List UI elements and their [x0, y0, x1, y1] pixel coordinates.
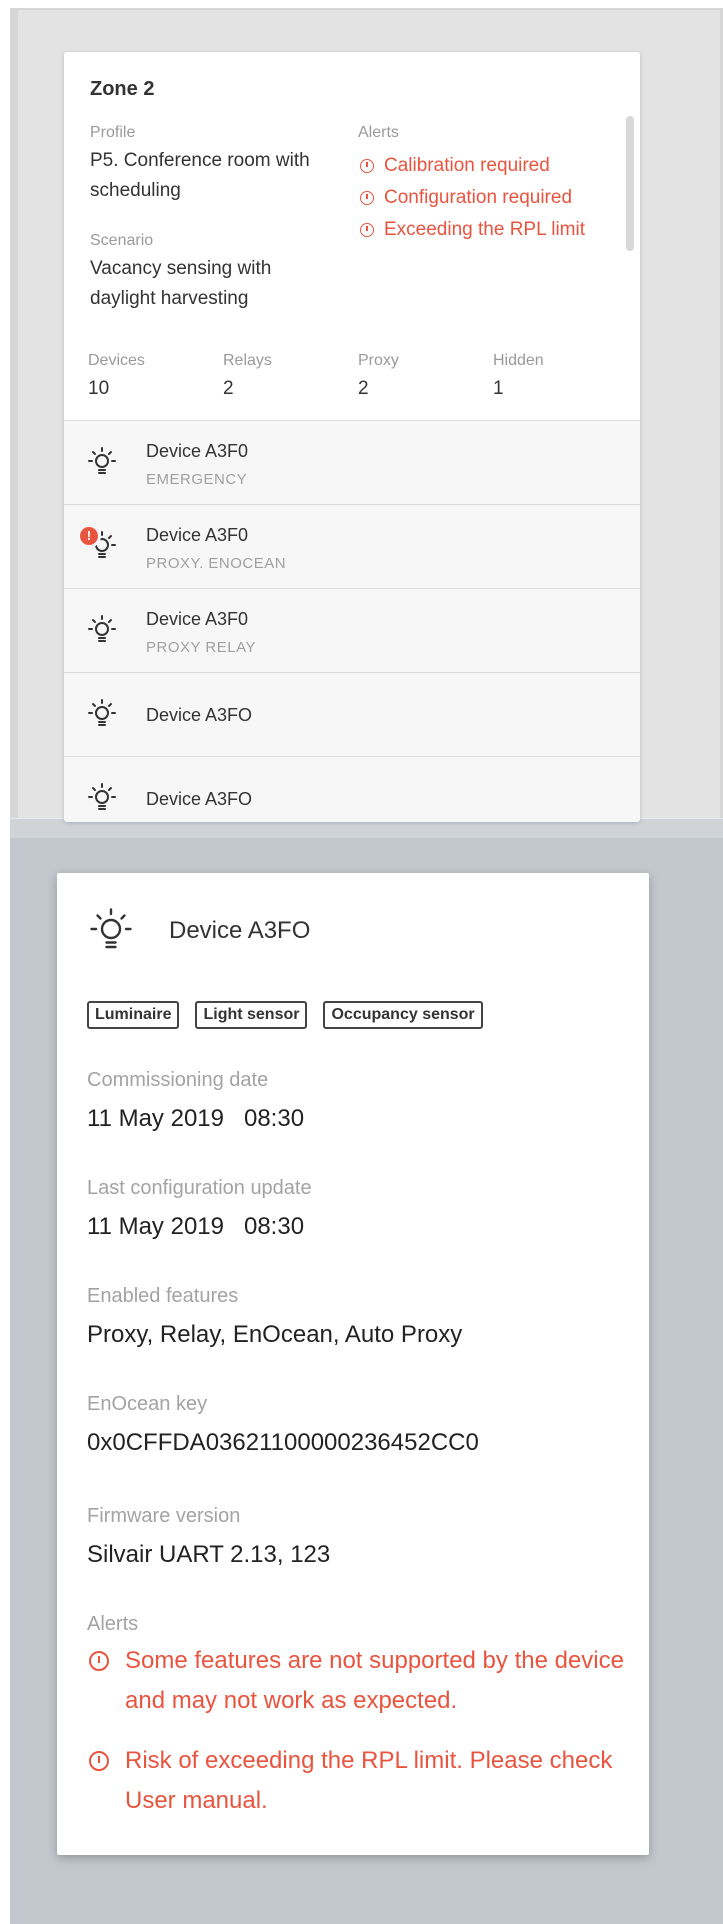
- light-bulb-icon: [88, 699, 116, 726]
- zone-scrollbar[interactable]: [626, 116, 634, 251]
- device-roles: EMERGENCY: [146, 471, 248, 488]
- detail-alerts-label: Alerts: [87, 1613, 139, 1635]
- alert-icon: [89, 1751, 109, 1771]
- detail-alert: Some features are not supported by the d…: [87, 1641, 627, 1721]
- scenario-label: Scenario: [90, 232, 154, 249]
- last-config-label: Last configuration update: [87, 1177, 312, 1199]
- device-list-item[interactable]: Device A3FO: [64, 673, 640, 757]
- stat-relays: Relays 2: [223, 352, 272, 399]
- zone-card: Zone 2 Profile P5. Conference room with …: [64, 52, 640, 822]
- commissioning-date-value: 11 May 2019 08:30: [87, 1105, 305, 1132]
- zone-alert: Calibration required: [358, 150, 628, 182]
- profile-label: Profile: [90, 124, 136, 141]
- alert-icon: [360, 191, 374, 205]
- error-badge-icon: !: [80, 527, 98, 545]
- zone-alert: Exceeding the RPL limit: [358, 214, 628, 246]
- device-tags: Luminaire Light sensor Occupancy sensor: [87, 1001, 499, 1029]
- alert-icon: [89, 1651, 109, 1671]
- device-detail-card: Device A3FO Luminaire Light sensor Occup…: [57, 873, 649, 1855]
- commissioning-date-label: Commissioning date: [87, 1069, 269, 1091]
- device-name: Device A3FO: [146, 705, 253, 725]
- scenario-value: Vacancy sensing with daylight harvesting: [90, 258, 272, 309]
- profile-value: P5. Conference room with scheduling: [90, 150, 310, 201]
- light-bulb-icon: [88, 615, 116, 642]
- device-list-item[interactable]: Device A3F0 EMERGENCY: [64, 421, 640, 505]
- zone-stats: Devices 10 Relays 2 Proxy 2 Hidden 1: [88, 352, 628, 400]
- device-name: Device A3F0: [146, 525, 249, 545]
- enabled-features-label: Enabled features: [87, 1285, 239, 1307]
- device-list-item[interactable]: Device A3F0 PROXY RELAY: [64, 589, 640, 673]
- tag-light-sensor: Light sensor: [195, 1001, 308, 1029]
- device-name: Device A3FO: [146, 789, 253, 809]
- device-detail-title: Device A3FO: [169, 917, 311, 944]
- light-bulb-icon: [90, 908, 132, 949]
- zone-alert: Configuration required: [358, 182, 628, 214]
- enabled-features-value: Proxy, Relay, EnOcean, Auto Proxy: [87, 1321, 463, 1348]
- zone-alerts-label: Alerts: [358, 124, 399, 141]
- light-bulb-icon: [88, 447, 116, 474]
- alert-icon: [360, 159, 374, 173]
- device-name: Device A3F0: [146, 441, 249, 461]
- device-roles: PROXY. ENOCEAN: [146, 555, 287, 572]
- tag-occupancy-sensor: Occupancy sensor: [323, 1001, 483, 1029]
- stat-proxy: Proxy 2: [358, 352, 399, 399]
- device-list-item[interactable]: ! Device A3F0 PROXY. ENOCEAN: [64, 505, 640, 589]
- zone-alerts-list: Calibration required Configuration requi…: [358, 150, 628, 246]
- light-bulb-icon: [88, 783, 116, 810]
- device-list-item[interactable]: Device A3FO: [64, 757, 640, 822]
- stat-devices: Devices 10: [88, 352, 145, 399]
- zone-title: Zone 2: [90, 78, 155, 100]
- enocean-key-value: 0x0CFFDA03621100000236452CC0: [87, 1429, 479, 1456]
- detail-alert: Risk of exceeding the RPL limit. Please …: [87, 1741, 627, 1821]
- firmware-version-value: Silvair UART 2.13, 123: [87, 1541, 331, 1568]
- device-name: Device A3F0: [146, 609, 249, 629]
- last-config-value: 11 May 2019 08:30: [87, 1213, 305, 1240]
- enocean-key-label: EnOcean key: [87, 1393, 208, 1415]
- device-roles: PROXY RELAY: [146, 639, 256, 656]
- stat-hidden: Hidden 1: [493, 352, 544, 399]
- firmware-version-label: Firmware version: [87, 1505, 241, 1527]
- alert-icon: [360, 223, 374, 237]
- zone-header: Zone 2 Profile P5. Conference room with …: [64, 52, 640, 421]
- tag-luminaire: Luminaire: [87, 1001, 180, 1029]
